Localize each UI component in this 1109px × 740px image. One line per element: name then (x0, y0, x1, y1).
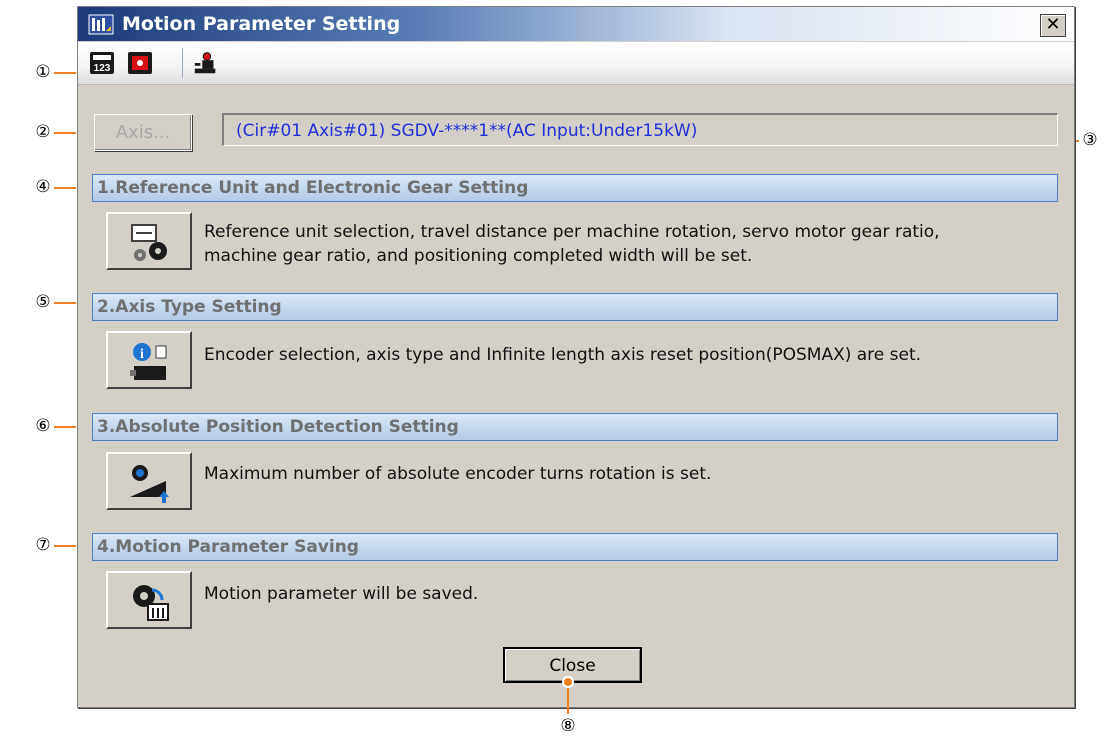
section-header-reference-unit: 1.Reference Unit and Electronic Gear Set… (92, 174, 1058, 202)
motion-parameter-dialog: Motion Parameter Setting ✕ 123 Axis... (… (77, 6, 1075, 708)
absolute-encoder-icon (130, 465, 169, 503)
absolute-position-description: Maximum number of absolute encoder turns… (204, 464, 712, 484)
parameter-saving-description: Motion parameter will be saved. (204, 584, 479, 604)
save-parameter-icon (133, 585, 169, 621)
gears-settings-icon (131, 224, 167, 261)
title-bar[interactable]: Motion Parameter Setting ✕ (78, 7, 1074, 41)
toolbar: 123 (78, 42, 1074, 85)
parameter-saving-button[interactable] (106, 571, 192, 629)
window-title: Motion Parameter Setting (122, 13, 401, 35)
record-icon[interactable] (126, 50, 154, 76)
axis-type-button[interactable]: i (106, 331, 192, 389)
reference-unit-button[interactable] (106, 212, 192, 270)
close-icon[interactable]: ✕ (1040, 14, 1066, 37)
axis-button[interactable]: Axis... (94, 114, 192, 151)
axis-info-field: (Cir#01 Axis#01) SGDV-****1**(AC Input:U… (222, 113, 1058, 146)
axis-type-description: Encoder selection, axis type and Infinit… (204, 345, 922, 365)
section-header-parameter-saving: 4.Motion Parameter Saving (92, 533, 1058, 561)
info-axis-icon: i (130, 343, 167, 380)
absolute-position-button[interactable] (106, 452, 192, 510)
reference-unit-description: Reference unit selection, travel distanc… (204, 222, 940, 266)
section-header-absolute-position: 3.Absolute Position Detection Setting (92, 413, 1058, 441)
section-header-axis-type: 2.Axis Type Setting (92, 293, 1058, 321)
app-icon (88, 14, 114, 35)
svg-text:123: 123 (94, 63, 111, 74)
toolbar-separator (182, 48, 183, 78)
calculator-icon[interactable]: 123 (88, 50, 116, 76)
robot-icon[interactable] (192, 50, 220, 76)
svg-text:i: i (140, 347, 144, 362)
